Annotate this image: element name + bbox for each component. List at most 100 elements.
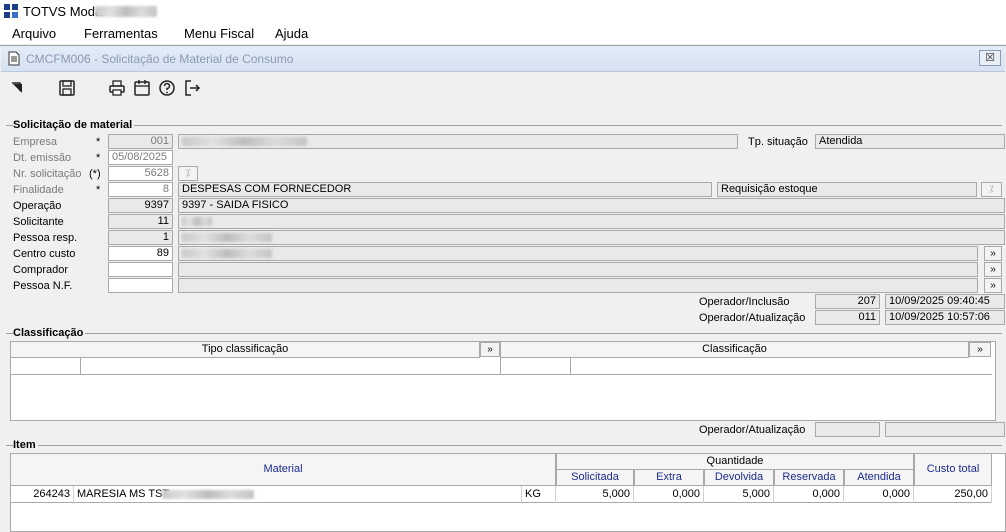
redacted-centro-custo	[182, 249, 272, 258]
optional-key-marker: (*)	[89, 168, 101, 180]
pessoa-nf-code-field[interactable]	[108, 278, 173, 293]
child-window-title: CMCFM006 - Solicitação de Material de Co…	[26, 52, 294, 66]
item-devolvida: 5,000	[704, 486, 774, 503]
classificacao-lookup-button[interactable]: »	[969, 342, 991, 357]
item-code: 264243	[10, 486, 74, 503]
pessoa-resp-code-field[interactable]: 1	[108, 230, 173, 245]
document-icon	[8, 51, 20, 66]
item-name: MARESIA MS TST	[74, 486, 522, 503]
col-custo-total: Custo total	[914, 453, 992, 486]
section-item-title: Item	[13, 439, 38, 451]
label-operador-atualizacao: Operador/Atualização	[699, 312, 806, 324]
exit-icon[interactable]	[183, 79, 201, 97]
pessoa-resp-desc-field	[178, 230, 1005, 245]
label-tp-situacao: Tp. situação	[748, 136, 808, 148]
finalidade-extra-field: Requisição estoque	[717, 182, 977, 197]
section-solicitacao-title: Solicitação de material	[13, 119, 135, 131]
child-window-titlebar: CMCFM006 - Solicitação de Material de Co…	[1, 46, 1005, 72]
col-atendida: Atendida	[844, 469, 914, 486]
tipo-classificacao-lookup-button[interactable]: »	[480, 342, 500, 357]
pessoa-nf-desc-field	[178, 278, 978, 293]
operador-inclusao-date: 10/09/2025 09:40:45	[885, 294, 1005, 309]
col-material: Material	[10, 453, 556, 486]
label-operacao: Operação	[13, 200, 62, 212]
comprador-lookup-button[interactable]: »	[984, 262, 1002, 277]
col-reservada: Reservada	[774, 469, 844, 486]
operacao-desc-field: 9397 - SAIDA FISICO	[178, 198, 1005, 213]
label-solicitante: Solicitante	[13, 216, 64, 228]
section-divider	[6, 125, 1002, 126]
section-divider	[6, 445, 1002, 446]
item-unit: KG	[522, 486, 556, 503]
item-solicitada: 5,000	[556, 486, 634, 503]
col-solicitada: Solicitada	[556, 469, 634, 486]
classificacao-row[interactable]	[10, 358, 992, 375]
required-marker: *	[96, 152, 101, 164]
centro-custo-desc-field	[178, 246, 978, 261]
redacted-user	[95, 6, 157, 17]
solicitante-code-field[interactable]: 11	[108, 214, 173, 229]
redacted-empresa-name	[182, 137, 307, 146]
finalidade-lookup-button[interactable]: ⁒	[981, 182, 1002, 197]
table-row[interactable]: 264243 MARESIA MS TST KG 5,000 0,000 5,0…	[10, 486, 992, 503]
menu-ajuda[interactable]: Ajuda	[275, 26, 308, 41]
label-dt-emissao: Dt. emissão	[13, 152, 72, 164]
nr-solicitacao-lookup-button[interactable]: ⁒	[178, 166, 198, 181]
col-quantidade: Quantidade	[556, 453, 914, 470]
redacted-pessoa-resp	[182, 233, 272, 242]
label-operador-inclusao: Operador/Inclusão	[699, 296, 790, 308]
app-titlebar: TOTVS Moda	[0, 0, 1006, 22]
col-tipo-classificacao: Tipo classificação	[10, 341, 480, 358]
operador-inclusao-code: 207	[815, 294, 880, 309]
class-operador-date	[885, 422, 1005, 437]
close-window-button[interactable]: ☒	[979, 50, 1001, 66]
section-classificacao-title: Classificação	[13, 327, 86, 339]
required-marker: *	[96, 184, 101, 196]
pessoa-nf-lookup-button[interactable]: »	[984, 278, 1002, 293]
operacao-code-field[interactable]: 9397	[108, 198, 173, 213]
app-logo-icon	[4, 4, 18, 18]
operador-atualizacao-code: 011	[815, 310, 880, 325]
item-custo-total: 250,00	[914, 486, 992, 503]
centro-custo-lookup-button[interactable]: »	[984, 246, 1002, 261]
finalidade-desc-field: DESPESAS COM FORNECEDOR	[178, 182, 712, 197]
menu-fiscal[interactable]: Menu Fiscal	[184, 26, 254, 41]
centro-custo-code-field[interactable]: 89	[108, 246, 173, 261]
section-divider	[6, 333, 1002, 334]
col-classificacao: Classificação	[500, 341, 969, 358]
app-title: TOTVS Moda	[23, 4, 103, 19]
empresa-code-field[interactable]: 001	[108, 134, 173, 149]
solicitante-desc-field	[178, 214, 1005, 229]
class-operador-code	[815, 422, 880, 437]
label-empresa: Empresa	[13, 136, 58, 148]
new-record-icon[interactable]	[9, 79, 27, 97]
item-atendida: 0,000	[844, 486, 914, 503]
help-icon[interactable]	[158, 79, 176, 97]
nr-solicitacao-field[interactable]: 5628	[108, 166, 173, 181]
menu-ferramentas[interactable]: Ferramentas	[84, 26, 158, 41]
col-devolvida: Devolvida	[704, 469, 774, 486]
comprador-code-field[interactable]	[108, 262, 173, 277]
label-comprador: Comprador	[13, 264, 69, 276]
label-centro-custo: Centro custo	[13, 248, 76, 260]
comprador-desc-field	[178, 262, 978, 277]
label-nr-solicitacao: Nr. solicitação	[13, 168, 82, 180]
redacted-solicitante	[182, 217, 212, 226]
label-pessoa-nf: Pessoa N.F.	[13, 280, 73, 292]
print-icon[interactable]	[108, 79, 126, 97]
finalidade-code-field[interactable]: 8	[108, 182, 173, 197]
menu-bar: Arquivo Ferramentas Menu Fiscal Ajuda	[0, 22, 1006, 44]
item-extra: 0,000	[634, 486, 704, 503]
redacted-item-name	[162, 490, 254, 499]
tp-situacao-field: Atendida	[815, 134, 1005, 149]
label-class-operador-atualizacao: Operador/Atualização	[699, 424, 806, 436]
label-pessoa-resp: Pessoa resp.	[13, 232, 78, 244]
required-marker: *	[96, 136, 101, 148]
item-reservada: 0,000	[774, 486, 844, 503]
calendar-icon[interactable]	[133, 79, 151, 97]
operador-atualizacao-date: 10/09/2025 10:57:06	[885, 310, 1005, 325]
dt-emissao-field[interactable]: 05/08/2025	[108, 150, 173, 165]
menu-arquivo[interactable]: Arquivo	[12, 26, 56, 41]
save-icon[interactable]	[58, 79, 76, 97]
col-extra: Extra	[634, 469, 704, 486]
